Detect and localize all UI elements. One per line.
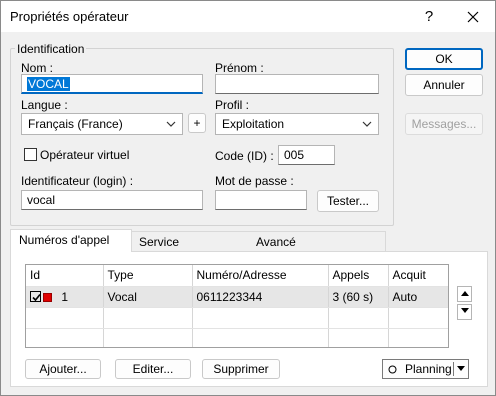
check-icon [32, 293, 41, 301]
dropdown-arrow-icon [457, 366, 465, 371]
row-id: 1 [61, 289, 69, 304]
column-header-id[interactable]: Id [26, 265, 104, 287]
tab-numeros-label: Numéros d'appel [19, 233, 110, 247]
nom-field[interactable]: VOCAL [21, 74, 203, 94]
split-divider [453, 362, 454, 376]
prenom-label: Prénom : [215, 61, 264, 75]
table-row-empty [26, 307, 448, 329]
planning-label: Planning [405, 362, 452, 376]
profil-value: Exploitation [222, 117, 285, 131]
row-numero: 0611223344 [192, 286, 329, 308]
plus-icon: + [193, 116, 201, 130]
appel-table: Id Type Numéro/Adresse Appels Acquit 1 V… [25, 264, 449, 348]
identification-legend: Identification [15, 42, 87, 56]
dialog-window: Propriétés opérateur ? Identification No… [0, 0, 496, 396]
login-label: Identificateur (login) : [21, 174, 134, 188]
row-id-cell: 1 [26, 286, 104, 308]
annuler-button[interactable]: Annuler [405, 74, 483, 96]
column-header-numero[interactable]: Numéro/Adresse [192, 265, 329, 287]
profil-select[interactable]: Exploitation [215, 113, 379, 135]
tab-avance-label: Avancé [256, 235, 296, 249]
ajouter-button[interactable]: Ajouter... [25, 359, 101, 379]
ok-button[interactable]: OK [405, 48, 483, 70]
langue-value: Français (France) [28, 117, 123, 131]
password-field[interactable] [215, 190, 307, 210]
tab-strip: Numéros d'appel Service Avancé [10, 229, 390, 252]
title-bar: Propriétés opérateur ? [1, 1, 495, 32]
editer-button[interactable]: Editer... [115, 359, 191, 379]
profil-label: Profil : [215, 98, 250, 112]
help-button[interactable]: ? [411, 5, 447, 29]
code-field[interactable]: 005 [278, 145, 335, 165]
nom-value: VOCAL [27, 77, 70, 91]
table-row-empty [26, 328, 448, 347]
row-type: Vocal [103, 286, 193, 308]
prenom-field[interactable] [215, 74, 379, 94]
tester-button[interactable]: Tester... [317, 190, 379, 212]
code-label: Code (ID) : [215, 149, 274, 163]
arrow-up-icon [460, 291, 469, 296]
tab-numeros[interactable]: Numéros d'appel [10, 229, 132, 252]
column-header-type[interactable]: Type [103, 265, 193, 287]
virtuel-label: Opérateur virtuel [40, 148, 130, 162]
help-icon: ? [424, 8, 434, 25]
tab-panel-numeros: Id Type Numéro/Adresse Appels Acquit 1 V… [10, 251, 488, 387]
status-indicator [43, 292, 52, 302]
chevron-down-icon [166, 121, 176, 127]
row-appels: 3 (60 s) [328, 286, 389, 308]
tab-avance[interactable]: Avancé [248, 231, 386, 251]
tab-service[interactable]: Service [131, 231, 249, 251]
langue-label: Langue : [21, 98, 68, 112]
password-label: Mot de passe : [215, 174, 294, 188]
tab-service-label: Service [139, 235, 180, 249]
login-field[interactable]: vocal [21, 190, 203, 210]
chevron-down-icon [362, 121, 372, 127]
table-header: Id Type Numéro/Adresse Appels Acquit [26, 265, 448, 287]
nom-label: Nom : [21, 61, 54, 75]
row-enabled-checkbox[interactable] [30, 290, 41, 302]
planning-split-button[interactable]: Planning [382, 359, 469, 379]
move-up-button[interactable] [457, 286, 472, 302]
window-title: Propriétés opérateur [10, 9, 129, 24]
move-down-button[interactable] [457, 304, 472, 320]
messages-button[interactable]: Messages... [405, 113, 483, 135]
virtuel-checkbox[interactable] [24, 148, 37, 161]
table-row[interactable]: 1 Vocal 0611223344 3 (60 s) Auto [26, 286, 448, 308]
row-acquit: Auto [388, 286, 448, 308]
add-language-button[interactable]: + [188, 113, 206, 133]
close-button[interactable] [455, 5, 491, 29]
close-icon [467, 11, 479, 23]
langue-select[interactable]: Français (France) [21, 113, 183, 135]
supprimer-button[interactable]: Supprimer [202, 359, 280, 379]
column-header-acquit[interactable]: Acquit [388, 265, 448, 287]
column-header-appels[interactable]: Appels [328, 265, 389, 287]
clock-icon [388, 365, 397, 374]
arrow-down-icon [460, 308, 469, 313]
